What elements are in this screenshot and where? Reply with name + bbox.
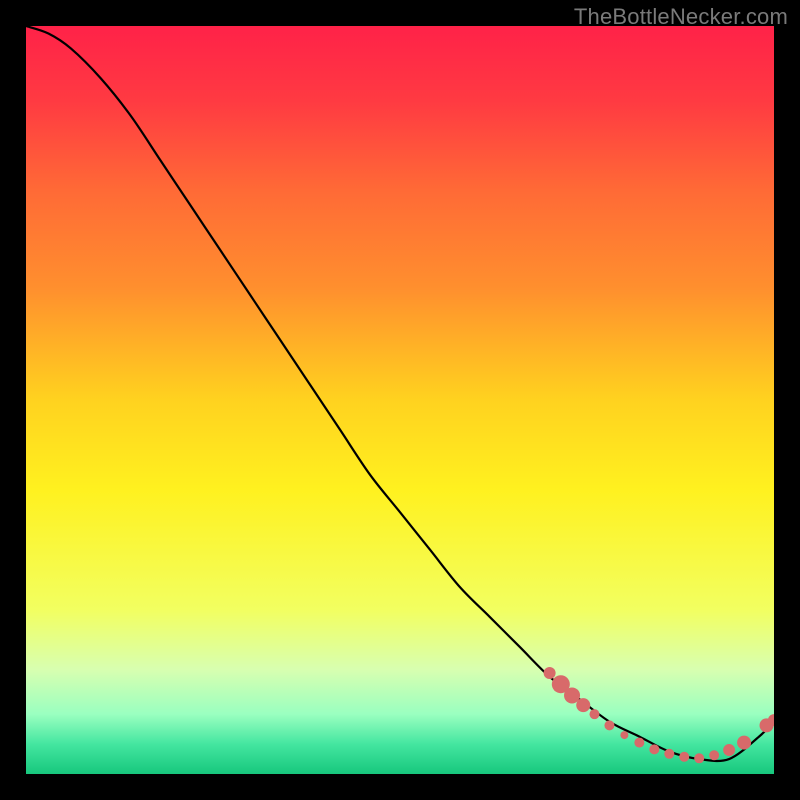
chart-svg <box>26 26 774 774</box>
data-marker <box>604 720 614 730</box>
data-marker <box>709 750 719 760</box>
data-marker <box>664 749 674 759</box>
data-marker <box>649 744 659 754</box>
attribution-label: TheBottleNecker.com <box>574 4 788 30</box>
data-marker <box>589 709 599 719</box>
data-marker <box>634 738 644 748</box>
gradient-background <box>26 26 774 774</box>
data-marker <box>576 698 590 712</box>
data-marker <box>544 667 556 679</box>
data-marker <box>723 744 735 756</box>
data-marker <box>620 731 628 739</box>
data-marker <box>737 736 751 750</box>
data-marker <box>694 753 704 763</box>
chart-area <box>26 26 774 774</box>
data-marker <box>679 752 689 762</box>
